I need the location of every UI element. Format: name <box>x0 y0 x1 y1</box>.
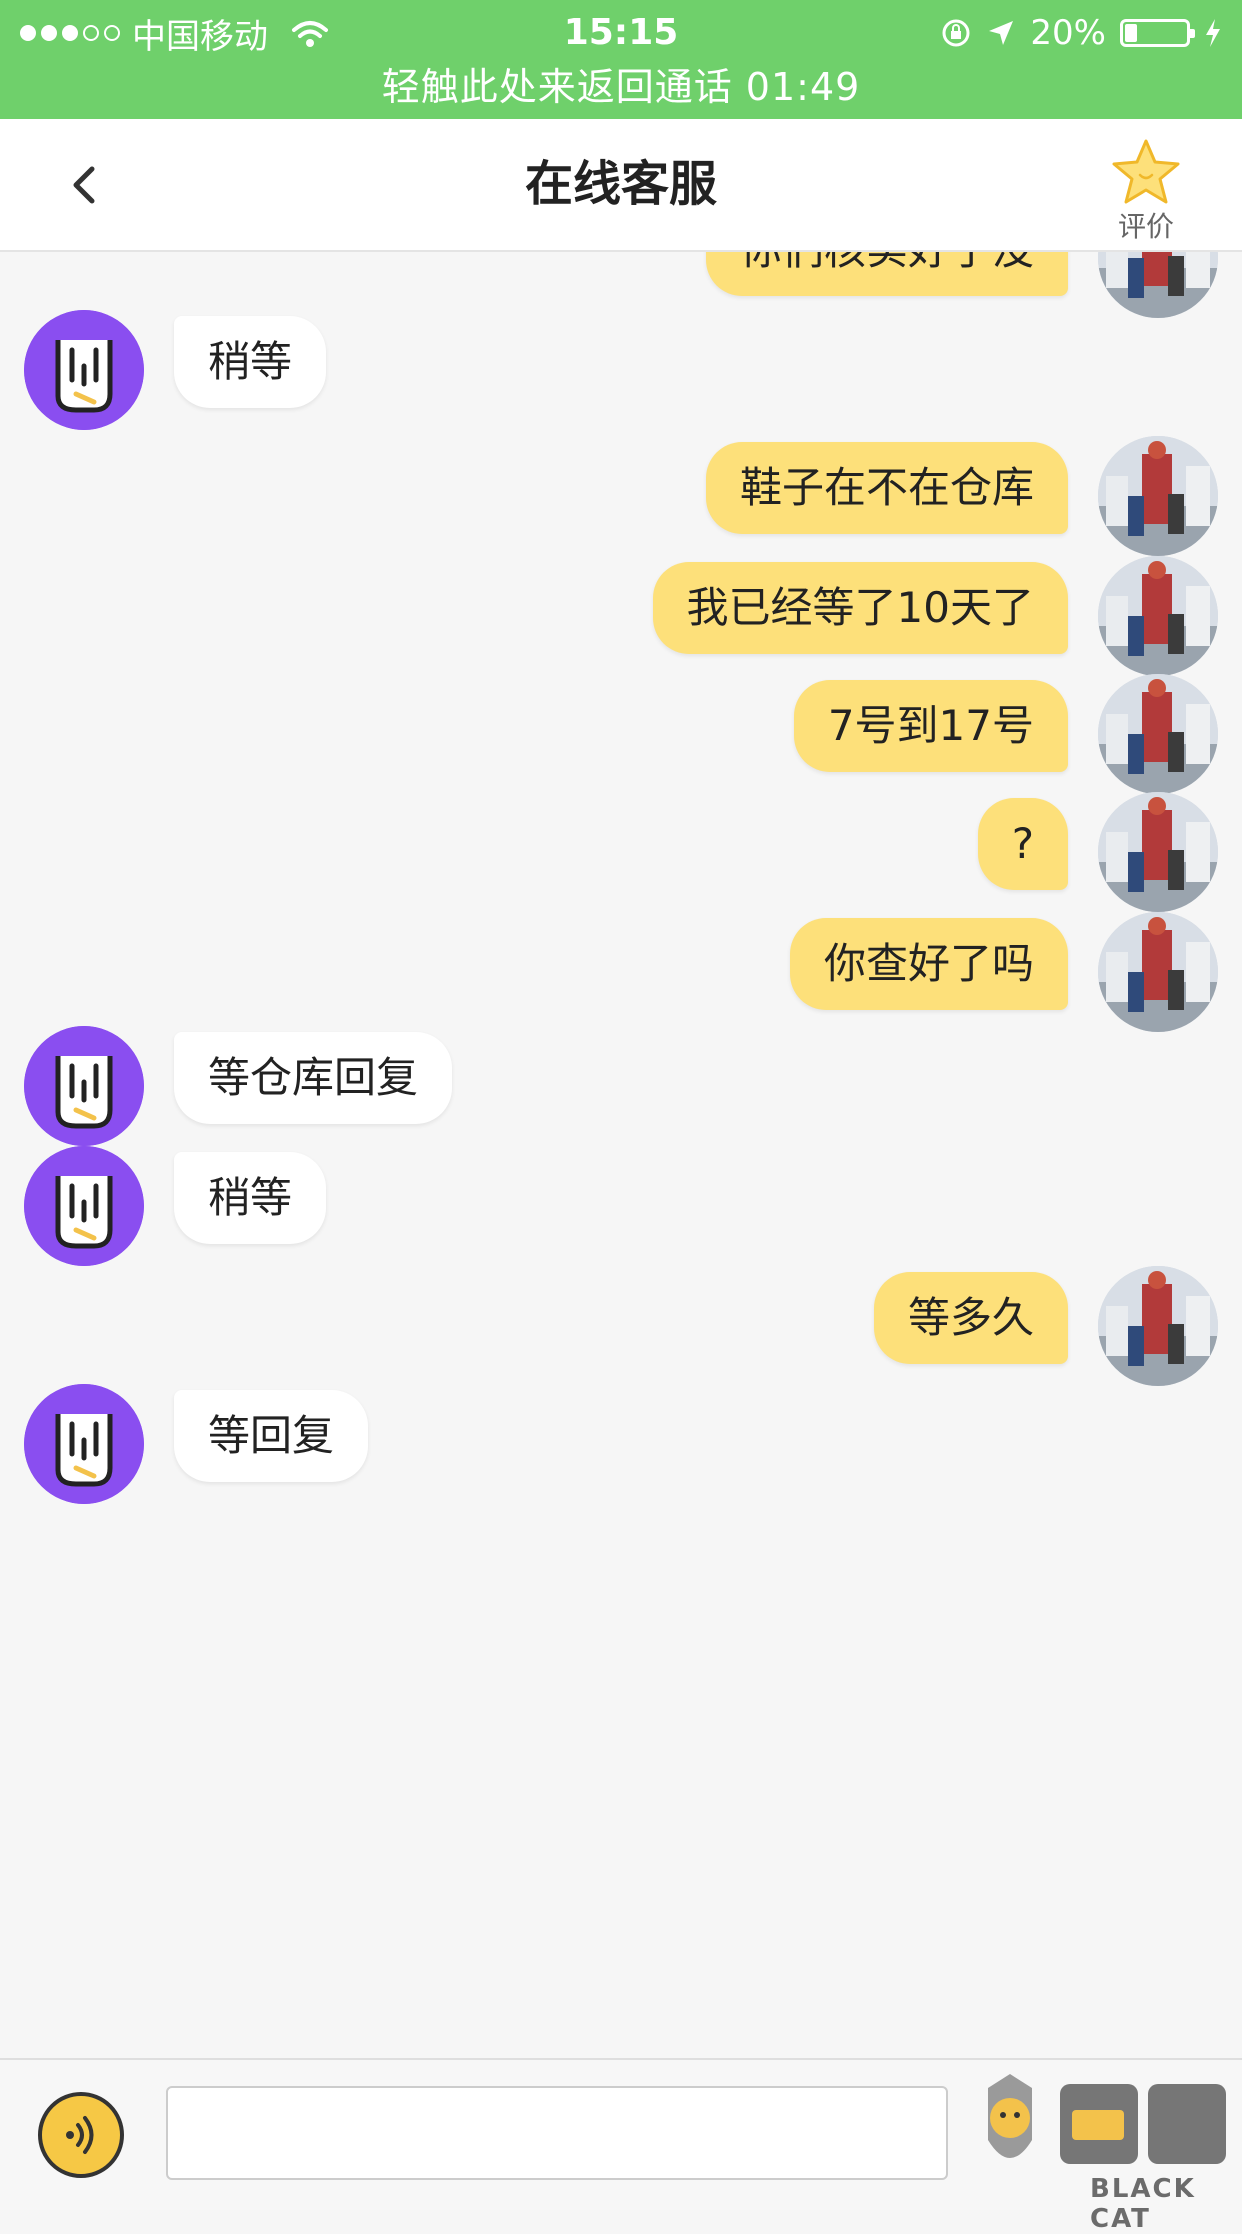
user-avatar[interactable] <box>1098 792 1218 912</box>
black-cat-logo-icon <box>988 2074 1226 2164</box>
battery-icon <box>1120 19 1195 47</box>
black-cat-watermark: BLACK CAT <box>970 2070 1240 2234</box>
message-bubble[interactable]: 你查好了吗 <box>789 918 1068 1010</box>
chat-message-list[interactable]: 你们核实好了没稍等鞋子在不在仓库我已经等了10天了7号到17号?你查好了吗等仓库… <box>0 252 1242 2060</box>
status-bar: 中国移动 15:15 20% 轻触此处来返回通话 01:49 <box>0 0 1242 119</box>
watermark-text: BLACK CAT <box>1090 2174 1196 2234</box>
message-bubble[interactable]: 你们核实好了没 <box>705 252 1068 296</box>
page-title: 在线客服 <box>524 156 717 212</box>
agent-avatar[interactable] <box>24 310 144 430</box>
agent-avatar[interactable] <box>24 1026 144 1146</box>
input-bar: BLACK CAT <box>0 2058 1242 2234</box>
user-message: 7号到17号 <box>0 666 1242 794</box>
user-avatar[interactable] <box>1098 436 1218 556</box>
message-bubble[interactable]: ? <box>977 798 1068 890</box>
return-to-call-banner[interactable]: 轻触此处来返回通话 01:49 <box>0 62 1242 112</box>
message-bubble[interactable]: 等回复 <box>174 1390 369 1482</box>
location-arrow-icon <box>989 21 1014 45</box>
battery-percent: 20% <box>1030 13 1106 53</box>
star-icon <box>1112 139 1180 204</box>
user-message: 你查好了吗 <box>0 904 1242 1032</box>
charging-bolt-icon <box>1206 19 1220 47</box>
message-bubble[interactable]: 等多久 <box>873 1272 1068 1364</box>
rate-button[interactable]: 评价 <box>1106 137 1186 247</box>
user-avatar[interactable] <box>1098 556 1218 676</box>
user-message: ? <box>0 784 1242 912</box>
voice-input-button[interactable] <box>38 2092 124 2178</box>
agent-avatar[interactable] <box>24 1146 144 1266</box>
message-bubble[interactable]: 稍等 <box>174 316 327 408</box>
user-avatar[interactable] <box>1098 674 1218 794</box>
agent-message: 等回复 <box>0 1376 1242 1504</box>
user-message: 我已经等了10天了 <box>0 548 1242 676</box>
rate-label: 评价 <box>1117 210 1174 243</box>
agent-avatar[interactable] <box>24 1384 144 1504</box>
status-right: 20% <box>940 8 1222 58</box>
agent-message: 稍等 <box>0 302 1242 430</box>
nav-bar: 在线客服 评价 <box>0 119 1242 252</box>
agent-message: 稍等 <box>0 1138 1242 1266</box>
user-message: 等多久 <box>0 1258 1242 1386</box>
orientation-lock-icon <box>942 19 970 47</box>
message-bubble[interactable]: 我已经等了10天了 <box>652 562 1068 654</box>
message-input[interactable] <box>166 2086 948 2180</box>
message-bubble[interactable]: 稍等 <box>174 1152 327 1244</box>
message-bubble[interactable]: 鞋子在不在仓库 <box>705 442 1068 534</box>
user-message: 鞋子在不在仓库 <box>0 428 1242 556</box>
message-bubble[interactable]: 7号到17号 <box>793 680 1068 772</box>
message-bubble[interactable]: 等仓库回复 <box>174 1032 453 1124</box>
agent-message: 等仓库回复 <box>0 1018 1242 1146</box>
user-avatar[interactable] <box>1098 912 1218 1032</box>
user-avatar[interactable] <box>1098 1266 1218 1386</box>
sound-wave-icon <box>66 2116 94 2154</box>
